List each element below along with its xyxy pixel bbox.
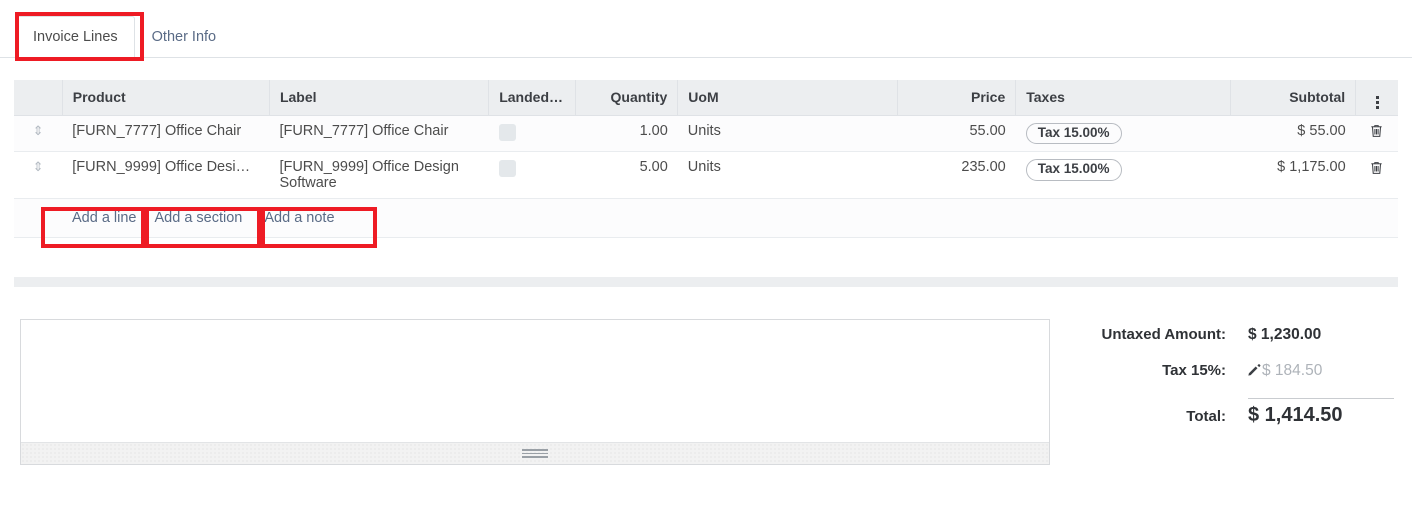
column-header-label[interactable]: Label bbox=[269, 80, 490, 116]
tab-invoice-lines[interactable]: Invoice Lines bbox=[16, 16, 135, 58]
row-drag-handle-cell: ⇕ bbox=[14, 115, 63, 153]
delete-row-icon[interactable] bbox=[1369, 160, 1384, 176]
column-header-landed[interactable]: Landed… bbox=[488, 80, 576, 116]
table-row[interactable]: ⇕ [FURN_9999] Office Desi… [FURN_9999] O… bbox=[14, 151, 1398, 200]
add-a-line-button[interactable]: Add a line bbox=[72, 210, 137, 226]
tab-other-info[interactable]: Other Info bbox=[135, 16, 233, 58]
tax-row: Tax 15%: $ 184.50 bbox=[1070, 362, 1394, 380]
cell-uom[interactable]: Units bbox=[677, 115, 898, 153]
cell-price[interactable]: 55.00 bbox=[897, 115, 1016, 153]
add-line-row: Add a line Add a section Add a note bbox=[14, 198, 1398, 239]
cell-price[interactable]: 235.00 bbox=[897, 151, 1016, 200]
untaxed-amount-value: $ 1,230.00 bbox=[1248, 326, 1322, 343]
column-header-quantity[interactable]: Quantity bbox=[575, 80, 679, 116]
column-header-handle bbox=[14, 80, 63, 116]
tax-value: $ 184.50 bbox=[1262, 362, 1323, 379]
cell-uom[interactable]: Units bbox=[677, 151, 898, 200]
column-header-price[interactable]: Price bbox=[897, 80, 1017, 116]
cell-label[interactable]: [FURN_9999] Office Design Software bbox=[269, 151, 489, 200]
cell-landed-cost[interactable] bbox=[488, 115, 576, 153]
cell-delete[interactable] bbox=[1355, 151, 1398, 200]
cell-product[interactable]: [FURN_7777] Office Chair bbox=[62, 115, 270, 153]
notebook-tabs: Invoice Lines Other Info bbox=[0, 16, 1412, 58]
invoice-totals-panel: Untaxed Amount: $ 1,230.00 Tax 15%: $ 18… bbox=[1070, 326, 1394, 427]
invoice-lines-table: Product Label Landed… Quantity UoM Price… bbox=[14, 80, 1398, 239]
table-row[interactable]: ⇕ [FURN_7777] Office Chair [FURN_7777] O… bbox=[14, 115, 1398, 153]
landed-cost-checkbox[interactable] bbox=[498, 123, 516, 141]
add-line-cell: Add a line Add a section Add a note bbox=[14, 198, 1398, 239]
cell-landed-cost[interactable] bbox=[488, 151, 576, 200]
add-buttons-group: Add a line Add a section Add a note bbox=[14, 199, 1398, 237]
tax-label: Tax 15%: bbox=[1162, 362, 1226, 379]
total-row: Total: $ 1,414.50 bbox=[1070, 398, 1394, 427]
tab-other-info-label: Other Info bbox=[151, 28, 217, 45]
cell-taxes[interactable]: Tax 15.00% bbox=[1015, 151, 1231, 200]
column-header-subtotal[interactable]: Subtotal bbox=[1230, 80, 1357, 116]
cell-taxes[interactable]: Tax 15.00% bbox=[1015, 115, 1231, 153]
column-header-product[interactable]: Product bbox=[62, 80, 270, 116]
cell-label[interactable]: [FURN_7777] Office Chair bbox=[269, 115, 489, 153]
row-drag-handle-cell: ⇕ bbox=[14, 151, 63, 200]
resize-grip-icon[interactable] bbox=[522, 449, 548, 458]
tab-invoice-lines-label: Invoice Lines bbox=[33, 28, 118, 45]
note-resize-footer bbox=[21, 442, 1049, 464]
cell-delete[interactable] bbox=[1355, 115, 1398, 153]
terms-and-conditions-textarea[interactable] bbox=[21, 320, 1049, 442]
cell-subtotal: $ 55.00 bbox=[1230, 115, 1356, 153]
cell-product[interactable]: [FURN_9999] Office Desi… bbox=[62, 151, 270, 200]
invoice-lines-table-header: Product Label Landed… Quantity UoM Price… bbox=[14, 80, 1398, 116]
column-header-taxes[interactable]: Taxes bbox=[1015, 80, 1232, 116]
cell-quantity[interactable]: 1.00 bbox=[575, 115, 678, 153]
tax-badge[interactable]: Tax 15.00% bbox=[1025, 122, 1122, 145]
add-a-section-button[interactable]: Add a section bbox=[155, 210, 243, 226]
total-value: $ 1,414.50 bbox=[1248, 398, 1394, 427]
drag-handle-icon[interactable]: ⇕ bbox=[33, 160, 44, 173]
landed-cost-checkbox[interactable] bbox=[498, 160, 516, 178]
optional-columns-dropdown-icon[interactable] bbox=[1375, 95, 1379, 109]
tax-value-wrapper[interactable]: $ 184.50 bbox=[1248, 362, 1394, 380]
section-separator bbox=[14, 277, 1398, 287]
column-header-options bbox=[1355, 80, 1398, 116]
untaxed-amount-row: Untaxed Amount: $ 1,230.00 bbox=[1070, 326, 1394, 344]
column-header-uom[interactable]: UoM bbox=[677, 80, 898, 116]
table-header-row: Product Label Landed… Quantity UoM Price… bbox=[14, 80, 1398, 116]
untaxed-amount-label: Untaxed Amount: bbox=[1101, 326, 1226, 343]
cell-quantity[interactable]: 5.00 bbox=[575, 151, 678, 200]
add-a-note-button[interactable]: Add a note bbox=[264, 210, 334, 226]
total-label: Total: bbox=[1186, 408, 1226, 425]
drag-handle-icon[interactable]: ⇕ bbox=[33, 124, 44, 137]
delete-row-icon[interactable] bbox=[1369, 123, 1384, 139]
tax-badge[interactable]: Tax 15.00% bbox=[1025, 159, 1122, 182]
cell-subtotal: $ 1,175.00 bbox=[1230, 151, 1356, 200]
invoice-lines-table-body: ⇕ [FURN_7777] Office Chair [FURN_7777] O… bbox=[14, 115, 1398, 239]
pencil-icon[interactable] bbox=[1248, 363, 1261, 376]
invoice-terms-note-box[interactable] bbox=[20, 319, 1050, 465]
